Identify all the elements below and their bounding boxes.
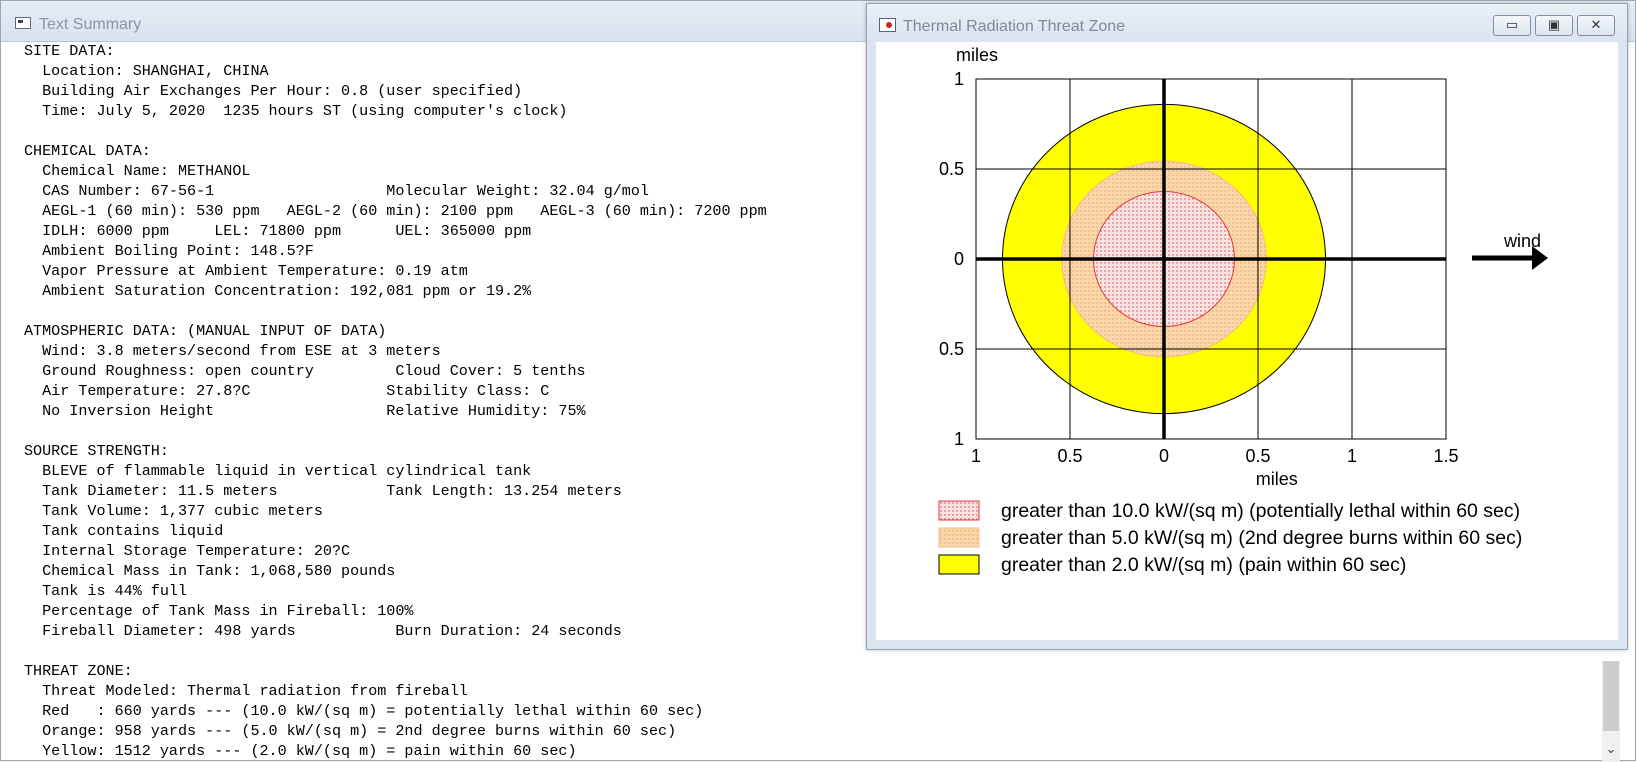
x-tick-label: 1	[1347, 446, 1357, 466]
legend-swatch	[938, 527, 980, 548]
summary-line: THREAT ZONE:	[24, 662, 133, 680]
summary-line: Chemical Name: METHANOL	[24, 162, 251, 180]
y-tick-label: 0.5	[939, 159, 964, 179]
wind-label: wind	[1503, 231, 1541, 251]
summary-line: Yellow: 1512 yards --- (2.0 kW/(sq m) = …	[24, 742, 577, 760]
text-summary-title: Text Summary	[39, 16, 142, 33]
summary-line: Vapor Pressure at Ambient Temperature: 0…	[24, 262, 468, 280]
legend-label: greater than 5.0 kW/(sq m) (2nd degree b…	[1001, 527, 1522, 549]
summary-line: IDLH: 6000 ppm LEL: 71800 ppm UEL: 36500…	[24, 222, 532, 240]
x-tick-label: 0	[1159, 446, 1169, 466]
summary-line: Red : 660 yards --- (10.0 kW/(sq m) = po…	[24, 702, 704, 720]
summary-line	[24, 121, 864, 141]
summary-line: No Inversion Height Relative Humidity: 7…	[24, 402, 586, 420]
x-tick-label: 1	[971, 446, 981, 466]
threat-zone-plot-area: 1 0.5 0 0.5 1 1.5 1 0.5 0 0.5 1 miles miles wind gre…	[876, 42, 1618, 640]
summary-line: Chemical Mass in Tank: 1,068,580 pounds	[24, 562, 396, 580]
threat-zone-app-icon	[879, 18, 896, 32]
summary-line: Ambient Boiling Point: 148.5?F	[24, 242, 314, 260]
minimize-button[interactable]: ▭	[1493, 15, 1531, 36]
scroll-down-arrow-icon[interactable]: ⌄	[1603, 741, 1619, 757]
text-summary-content: SITE DATA: Location: SHANGHAI, CHINA Bui…	[24, 41, 864, 762]
x-tick-label: 0.5	[1245, 446, 1270, 466]
close-button[interactable]: ✕	[1577, 15, 1615, 36]
y-tick-label: 1	[954, 429, 964, 449]
summary-line: Orange: 958 yards --- (5.0 kW/(sq m) = 2…	[24, 722, 677, 740]
summary-line: SOURCE STRENGTH:	[24, 442, 169, 460]
summary-line: Wind: 3.8 meters/second from ESE at 3 me…	[24, 342, 441, 360]
summary-line: Percentage of Tank Mass in Fireball: 100…	[24, 602, 414, 620]
summary-line: Fireball Diameter: 498 yards Burn Durati…	[24, 622, 622, 640]
threat-zone-title: Thermal Radiation Threat Zone	[903, 18, 1126, 35]
summary-line: Air Temperature: 27.8?C Stability Class:…	[24, 382, 550, 400]
window-app-icon	[15, 17, 31, 29]
y-tick-label: 0	[954, 249, 964, 269]
legend-label: greater than 10.0 kW/(sq m) (potentially…	[1001, 500, 1520, 522]
y-axis-label: miles	[956, 45, 998, 65]
threat-zone-titlebar[interactable]: Thermal Radiation Threat Zone ▭ ▣ ✕	[867, 4, 1627, 42]
summary-line: Tank is 44% full	[24, 582, 188, 600]
threat-zone-chart: 1 0.5 0 0.5 1 1.5 1 0.5 0 0.5 1 miles miles wind gre…	[938, 45, 1548, 576]
summary-line: Building Air Exchanges Per Hour: 0.8 (us…	[24, 82, 523, 100]
summary-line: CHEMICAL DATA:	[24, 142, 151, 160]
legend-swatch	[938, 500, 980, 521]
summary-line	[24, 421, 864, 441]
summary-line: CAS Number: 67-56-1 Molecular Weight: 32…	[24, 182, 649, 200]
x-tick-label: 0.5	[1057, 446, 1082, 466]
y-tick-label: 0.5	[939, 339, 964, 359]
wind-indicator: wind	[1472, 231, 1548, 270]
summary-line: BLEVE of flammable liquid in vertical cy…	[24, 462, 532, 480]
summary-line: AEGL-1 (60 min): 530 ppm AEGL-2 (60 min)…	[24, 202, 767, 220]
summary-line	[24, 641, 864, 661]
summary-line: ATMOSPHERIC DATA: (MANUAL INPUT OF DATA)	[24, 322, 387, 340]
summary-line: Ground Roughness: open country Cloud Cov…	[24, 362, 586, 380]
summary-line: Tank Volume: 1,377 cubic meters	[24, 502, 323, 520]
summary-line: Ambient Saturation Concentration: 192,08…	[24, 282, 532, 300]
x-tick-label: 1.5	[1433, 446, 1458, 466]
legend-swatch	[938, 554, 980, 575]
summary-line: Tank contains liquid	[24, 522, 224, 540]
summary-line: Time: July 5, 2020 1235 hours ST (using …	[24, 102, 568, 120]
y-tick-label: 1	[954, 69, 964, 89]
threat-zone-window: Thermal Radiation Threat Zone ▭ ▣ ✕ 1 0.5…	[866, 3, 1628, 650]
restore-button[interactable]: ▣	[1535, 15, 1573, 36]
summary-line: SITE DATA:	[24, 42, 115, 60]
summary-line: Threat Modeled: Thermal radiation from f…	[24, 682, 468, 700]
summary-line: Location: SHANGHAI, CHINA	[24, 62, 269, 80]
x-axis-label: miles	[1256, 469, 1298, 489]
summary-line: Tank Diameter: 11.5 meters Tank Length: …	[24, 482, 622, 500]
legend-label: greater than 2.0 kW/(sq m) (pain within …	[1001, 554, 1406, 576]
summary-line	[24, 301, 864, 321]
scrollbar-thumb[interactable]	[1603, 661, 1619, 731]
summary-line: Internal Storage Temperature: 20?C	[24, 542, 351, 560]
vertical-scrollbar[interactable]: ⌄	[1602, 661, 1620, 762]
